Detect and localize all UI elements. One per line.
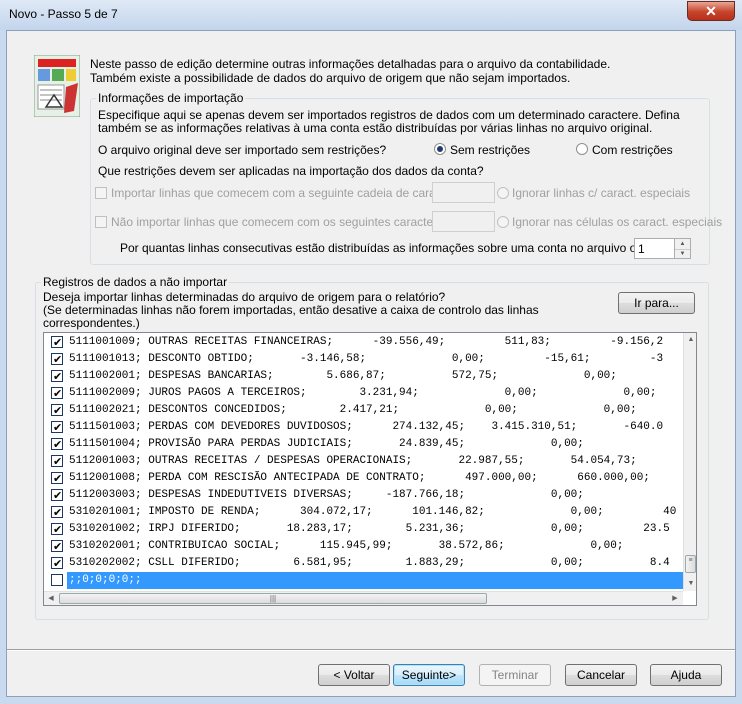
ignore-special-label: Ignorar linhas c/ caract. especiais <box>512 186 691 200</box>
close-button[interactable]: ✕ <box>687 1 735 21</box>
lines-count-value: 1 <box>638 242 645 256</box>
scroll-up-icon[interactable]: ▲ <box>684 333 696 347</box>
import-info-desc: Especifique aqui se apenas devem ser imp… <box>98 109 680 135</box>
horizontal-scrollbar[interactable]: ◀ ||| ▶ <box>44 591 683 605</box>
records-title: Registros de dados a não importar <box>41 275 230 289</box>
lines-question: Por quantas linhas consecutivas estão di… <box>120 241 675 255</box>
next-button[interactable]: Seguinte> <box>393 664 465 686</box>
import-lines-checkbox[interactable] <box>95 187 107 199</box>
import-info-desc-2: também se as informações relativas à uma… <box>98 121 653 135</box>
row-checkbox[interactable] <box>51 538 63 555</box>
scroll-left-icon[interactable]: ◀ <box>44 592 58 605</box>
close-icon: ✕ <box>705 3 717 19</box>
row-checkbox[interactable] <box>51 453 63 470</box>
back-button[interactable]: < Voltar <box>318 664 390 686</box>
vertical-scroll-thumb[interactable]: ≡ <box>685 555 696 573</box>
list-item[interactable]: 5310202001; CONTRIBUICAO SOCIAL; 115.945… <box>44 538 684 555</box>
records-desc-3: correspondentes.) <box>43 316 140 330</box>
question-restrictions: O arquivo original deve ser importado se… <box>98 143 387 157</box>
row-checkbox[interactable] <box>51 351 63 368</box>
ignore-cells-label: Ignorar nas células os caract. especiais <box>512 215 723 229</box>
list-item[interactable]: 5111002009; JUROS PAGOS A TERCEIROS; 3.2… <box>44 385 684 402</box>
row-text: 5111001009; OUTRAS RECEITAS FINANCEIRAS;… <box>69 336 664 348</box>
scroll-down-icon[interactable]: ▼ <box>684 577 696 591</box>
row-checkbox[interactable] <box>51 402 63 419</box>
intro-line-1: Neste passo de edição determine outras i… <box>90 57 611 71</box>
goto-button[interactable]: Ir para... <box>618 292 695 314</box>
intro-line-2: Também existe a possibilidade de dados d… <box>90 71 571 85</box>
row-checkbox[interactable] <box>51 436 63 453</box>
row-checkbox[interactable] <box>51 419 63 436</box>
list-item[interactable]: 5111002001; DESPESAS BANCARIAS; 5.686,87… <box>44 368 684 385</box>
row-checkbox[interactable] <box>51 368 63 385</box>
list-item[interactable]: 5111501004; PROVISÃO PARA PERDAS JUDICIA… <box>44 436 684 453</box>
not-import-lines-label: Não importar linhas que comecem com os s… <box>111 215 454 229</box>
list-item[interactable]: 5310202002; CSLL DIFERIDO; 6.581,95; 1.8… <box>44 555 684 572</box>
not-import-lines-checkbox[interactable] <box>95 216 107 228</box>
list-item[interactable]: 5112003003; DESPESAS INDEDUTIVEIS DIVERS… <box>44 487 684 504</box>
row-text: 5112003003; DESPESAS INDEDUTIVEIS DIVERS… <box>69 489 584 501</box>
records-list[interactable]: 5111001009; OUTRAS RECEITAS FINANCEIRAS;… <box>43 332 697 606</box>
row-text: 5310201002; IRPJ DIFERIDO; 18.283,17; 5.… <box>69 523 670 535</box>
row-text: 5111001013; DESCONTO OBTIDO; -3.146,58; … <box>69 353 664 365</box>
question-which-restrictions: Que restrições devem ser aplicadas na im… <box>98 164 484 178</box>
not-import-lines-input[interactable] <box>432 211 495 232</box>
spin-up-icon[interactable]: ▲ <box>675 239 690 250</box>
hthumb-grip-icon: ||| <box>269 594 277 603</box>
ignore-cells-radio[interactable] <box>497 216 509 228</box>
spin-down-icon[interactable]: ▼ <box>675 250 690 259</box>
list-item[interactable]: 5310201001; IMPOSTO DE RENDA; 304.072,17… <box>44 504 684 521</box>
radio-com-restricoes-label: Com restrições <box>592 143 673 157</box>
row-text: 5111501003; PERDAS COM DEVEDORES DUVIDOS… <box>69 421 664 433</box>
import-info-title: Informações de importação <box>96 91 246 105</box>
horizontal-scroll-thumb[interactable]: ||| <box>59 593 487 604</box>
row-text: 5310201001; IMPOSTO DE RENDA; 304.072,17… <box>69 506 677 518</box>
row-text: 5111002001; DESPESAS BANCARIAS; 5.686,87… <box>69 370 617 382</box>
cancel-button[interactable]: Cancelar <box>565 664 637 686</box>
radio-sem-restricoes-label: Sem restrições <box>450 143 531 157</box>
records-desc: Deseja importar linhas determinadas do a… <box>43 291 539 330</box>
row-text: 5310202002; CSLL DIFERIDO; 6.581,95; 1.8… <box>69 557 670 569</box>
lines-count-input[interactable]: 1 <box>634 238 675 259</box>
row-checkbox[interactable] <box>51 555 63 572</box>
intro-text: Neste passo de edição determine outras i… <box>90 57 610 85</box>
thumb-grip-icon: ≡ <box>688 557 693 564</box>
window-title: Novo - Passo 5 de 7 <box>9 7 118 21</box>
button-separator <box>7 649 735 651</box>
finish-button[interactable]: Terminar <box>479 664 551 686</box>
row-text: 5112001003; OUTRAS RECEITAS / DESPESAS O… <box>69 455 637 467</box>
row-text: 5111501004; PROVISÃO PARA PERDAS JUDICIA… <box>69 438 584 450</box>
row-text: 5112001008; PERDA COM RESCISÃO ANTECIPAD… <box>69 472 650 484</box>
list-item[interactable]: 5111001009; OUTRAS RECEITAS FINANCEIRAS;… <box>44 334 684 351</box>
list-item[interactable]: 5111501003; PERDAS COM DEVEDORES DUVIDOS… <box>44 419 684 436</box>
import-lines-label: Importar linhas que comecem com a seguin… <box>111 186 472 200</box>
row-checkbox[interactable] <box>51 470 63 487</box>
ignore-special-radio[interactable] <box>497 187 509 199</box>
radio-sem-restricoes[interactable] <box>434 143 446 155</box>
row-checkbox[interactable] <box>51 487 63 504</box>
row-text: 5310202001; CONTRIBUICAO SOCIAL; 115.945… <box>69 540 624 552</box>
list-item[interactable]: ;;0;0;0;0;; <box>44 572 685 589</box>
row-checkbox[interactable] <box>51 385 63 402</box>
list-item[interactable]: 5112001008; PERDA COM RESCISÃO ANTECIPAD… <box>44 470 684 487</box>
row-checkbox[interactable] <box>51 504 63 521</box>
help-button[interactable]: Ajuda <box>650 664 722 686</box>
row-text: 5111002009; JUROS PAGOS A TERCEIROS; 3.2… <box>69 387 657 399</box>
lines-count-spinner[interactable]: ▲ ▼ <box>674 238 691 259</box>
import-lines-input[interactable] <box>432 182 495 203</box>
list-item[interactable]: 5111002021; DESCONTOS CONCEDIDOS; 2.417,… <box>44 402 684 419</box>
list-item[interactable]: 5111001013; DESCONTO OBTIDO; -3.146,58; … <box>44 351 684 368</box>
row-checkbox[interactable] <box>51 521 63 538</box>
row-checkbox[interactable] <box>51 574 63 586</box>
row-text: ;;0;0;0;0;; <box>67 572 685 589</box>
scroll-right-icon[interactable]: ▶ <box>668 592 682 605</box>
radio-com-restricoes[interactable] <box>576 143 588 155</box>
list-item[interactable]: 5310201002; IRPJ DIFERIDO; 18.283,17; 5.… <box>44 521 684 538</box>
row-text: 5111002021; DESCONTOS CONCEDIDOS; 2.417,… <box>69 404 637 416</box>
title-bar: Novo - Passo 5 de 7 <box>0 0 742 30</box>
list-item[interactable]: 5112001003; OUTRAS RECEITAS / DESPESAS O… <box>44 453 684 470</box>
row-checkbox[interactable] <box>51 334 63 351</box>
wizard-ledger-icon <box>34 55 80 117</box>
vertical-scrollbar[interactable]: ▲ ≡ ▼ <box>683 333 696 591</box>
